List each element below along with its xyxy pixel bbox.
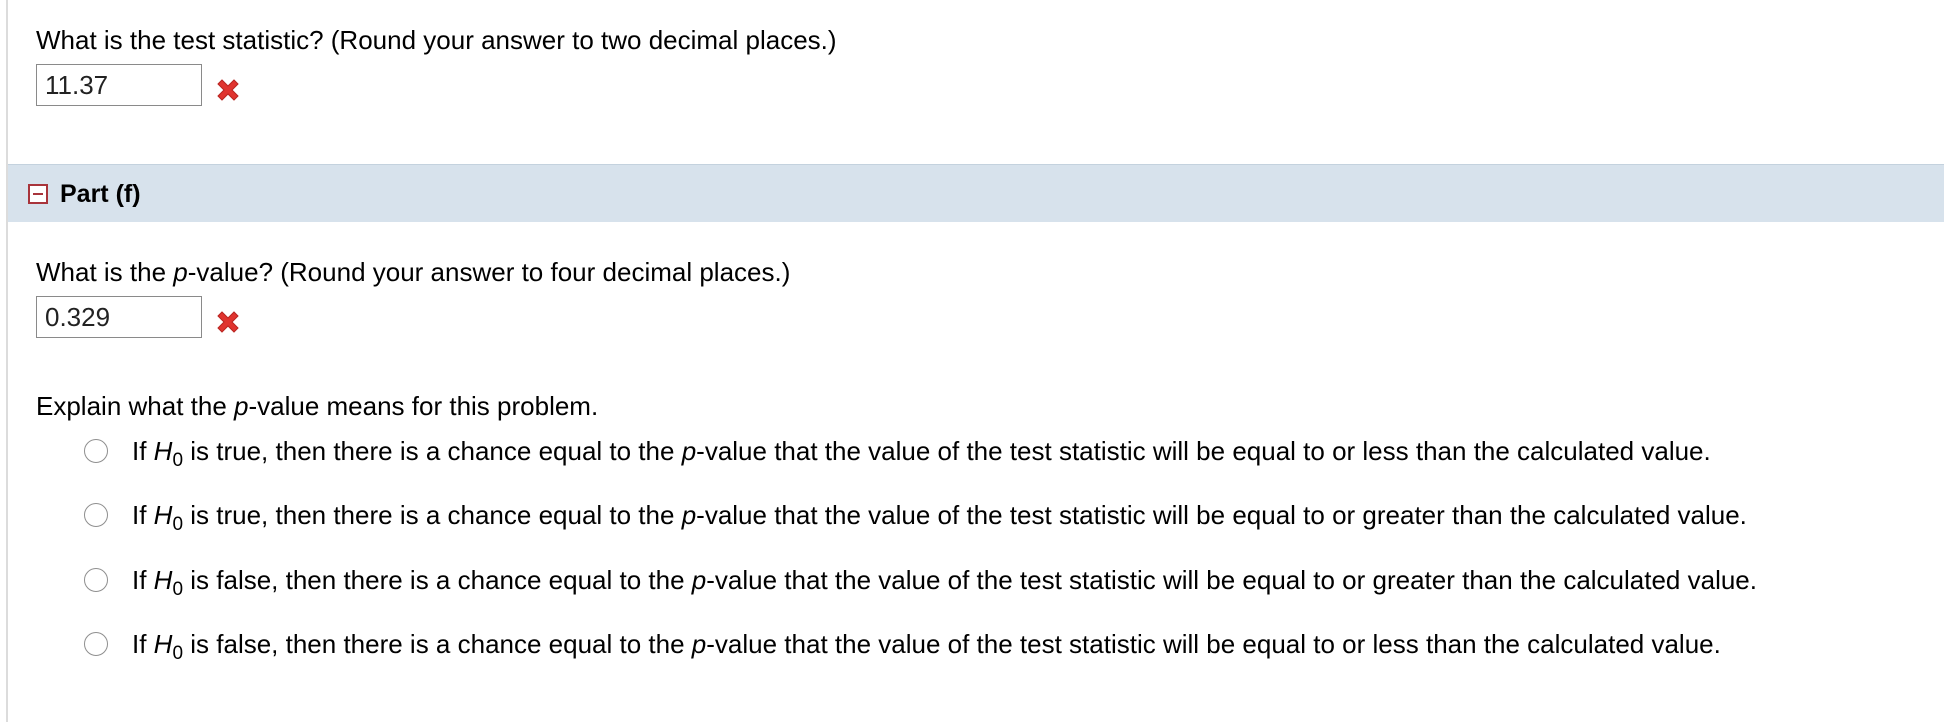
x-mark-icon [217, 79, 239, 101]
h-symbol: H [153, 500, 173, 530]
option-end: -value that the value of the test statis… [696, 436, 1711, 466]
pvalue-question-suffix: -value? (Round your answer to four decim… [187, 257, 791, 287]
explain-prompt: Explain what the p-value means for this … [36, 391, 598, 421]
h-subscript: 0 [172, 579, 184, 600]
option-end: -value that the value of the test statis… [706, 629, 1721, 659]
option-label: If H0 is false, then there is a chance e… [132, 628, 1721, 663]
pvalue-question-prefix: What is the [36, 257, 174, 287]
part-f-header[interactable]: Part (f) [8, 164, 1944, 222]
option-mid: is true, then there is a chance equal to… [183, 436, 682, 466]
h-symbol: H [153, 436, 173, 466]
radio-button[interactable] [84, 439, 108, 463]
option-label: If H0 is true, then there is a chance eq… [132, 435, 1711, 470]
p-symbol: p [173, 257, 188, 287]
test-statistic-input[interactable] [36, 64, 202, 106]
h-subscript: 0 [172, 643, 184, 664]
pvalue-input[interactable] [36, 296, 202, 338]
option-mid: is true, then there is a chance equal to… [183, 500, 682, 530]
part-f-title: Part (f) [60, 180, 141, 208]
option-label: If H0 is true, then there is a chance eq… [132, 499, 1747, 534]
h-symbol: H [153, 629, 173, 659]
option-end: -value that the value of the test statis… [696, 500, 1747, 530]
explain-prompt-suffix: -value means for this problem. [248, 391, 599, 421]
p-symbol: p [234, 391, 249, 421]
test-statistic-question: What is the test statistic? (Round your … [36, 25, 837, 55]
option-mid: is false, then there is a chance equal t… [183, 629, 692, 659]
option-label: If H0 is false, then there is a chance e… [132, 564, 1757, 599]
radio-button[interactable] [84, 568, 108, 592]
option-if: If [132, 565, 154, 595]
h-symbol: H [153, 565, 173, 595]
h-subscript: 0 [172, 450, 184, 471]
x-mark-icon [217, 311, 239, 333]
option-if: If [132, 629, 154, 659]
radio-button[interactable] [84, 632, 108, 656]
page: What is the test statistic? (Round your … [0, 0, 1944, 722]
option-if: If [132, 500, 154, 530]
p-symbol: p [691, 565, 707, 595]
explain-prompt-prefix: Explain what the [36, 391, 235, 421]
left-border [6, 0, 8, 722]
option-if: If [132, 436, 154, 466]
radio-button[interactable] [84, 503, 108, 527]
p-symbol: p [691, 629, 707, 659]
option-mid: is false, then there is a chance equal t… [183, 565, 692, 595]
p-symbol: p [681, 436, 697, 466]
pvalue-question: What is the p-value? (Round your answer … [36, 257, 790, 287]
option-end: -value that the value of the test statis… [706, 565, 1757, 595]
p-symbol: p [681, 500, 697, 530]
collapse-minus-icon[interactable] [28, 184, 48, 204]
h-subscript: 0 [172, 514, 184, 535]
